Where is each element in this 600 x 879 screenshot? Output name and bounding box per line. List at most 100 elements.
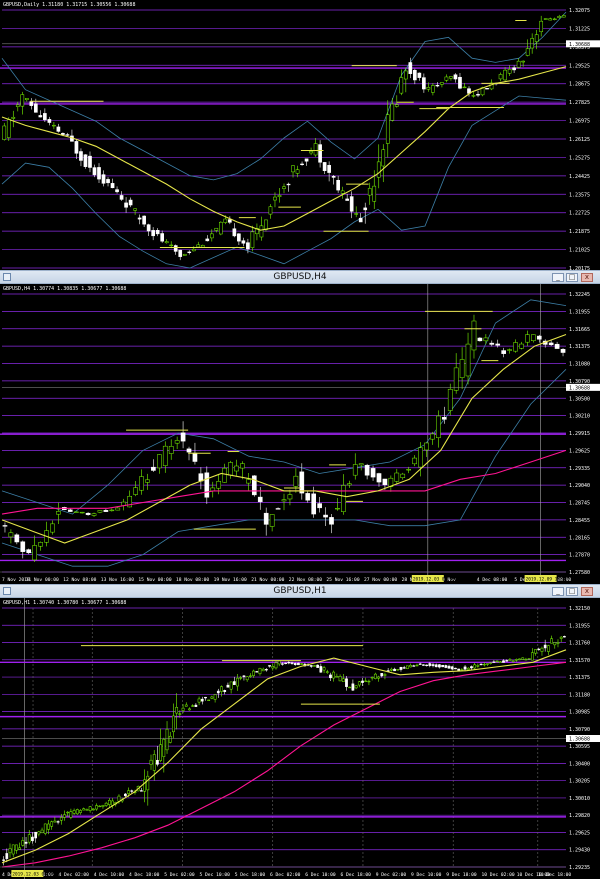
- candle-body: [32, 545, 37, 561]
- candle-body: [219, 221, 223, 235]
- candle-body: [178, 713, 182, 715]
- candle-body: [85, 809, 89, 811]
- candle-body: [412, 457, 417, 465]
- candle-body: [471, 320, 477, 351]
- candle-body: [263, 512, 269, 525]
- candle-body: [402, 667, 406, 669]
- chart-svg: 1.322451.319551.316651.313751.310801.307…: [0, 284, 600, 584]
- minimize-button[interactable]: _: [552, 273, 564, 282]
- candle-body: [382, 478, 388, 486]
- h4-window-titlebar[interactable]: GBPUSD,H4 _ □ x: [0, 270, 600, 284]
- candle-body: [340, 190, 345, 194]
- y-tick-label: 1.22725: [569, 211, 590, 217]
- candle-body: [184, 704, 188, 707]
- candle-body: [2, 125, 7, 140]
- candle-body: [332, 671, 336, 679]
- h4-chart-panel[interactable]: GBPUSD,H4 1.30774 1.30835 1.30677 1.3068…: [0, 284, 600, 584]
- candle-body: [15, 844, 18, 851]
- candle-body: [259, 225, 264, 238]
- candle-body: [311, 493, 317, 515]
- candle-body: [20, 94, 25, 107]
- candle-body: [181, 707, 185, 711]
- candle-body: [159, 744, 162, 761]
- h1-window-titlebar[interactable]: GBPUSD,H1 _ □ x: [0, 584, 600, 598]
- x-tick-label: 12 Nov 08:00: [63, 577, 96, 583]
- candle-body: [252, 670, 255, 676]
- candle-body: [399, 77, 404, 94]
- candle-body: [180, 432, 186, 442]
- candle-body: [236, 677, 239, 687]
- candle-body: [450, 666, 454, 670]
- time-highlight-label: 2019.12.09 16:00: [526, 577, 569, 583]
- candle-body: [191, 705, 195, 707]
- candle-body: [341, 485, 346, 512]
- x-tick-label: 6 Dec 10:00: [305, 872, 336, 878]
- candle-body: [287, 662, 291, 664]
- candle-body: [91, 808, 95, 811]
- candle-body: [377, 676, 380, 679]
- x-tick-label: 6 Dec 02:00: [270, 872, 301, 878]
- candle-body: [277, 195, 282, 197]
- candle-body: [137, 217, 142, 220]
- maximize-button[interactable]: □: [566, 273, 578, 282]
- candle-body: [34, 831, 38, 839]
- candle-body: [354, 685, 358, 689]
- candle-body: [457, 668, 461, 671]
- candle-body: [187, 251, 192, 253]
- candle-body: [354, 213, 359, 215]
- candle-body: [422, 77, 426, 90]
- candle-body: [223, 690, 227, 693]
- candle-body: [426, 87, 431, 90]
- h1-chart-panel[interactable]: GBPUSD,H1 1.30740 1.30780 1.30677 1.3068…: [0, 598, 600, 879]
- y-tick-label: 1.31570: [569, 658, 590, 664]
- y-tick-label: 1.31080: [569, 362, 590, 368]
- candle-body: [512, 67, 516, 71]
- y-tick-label: 1.31955: [569, 309, 590, 315]
- candle-body: [40, 829, 44, 833]
- candle-body: [489, 662, 493, 664]
- candle-body: [483, 337, 489, 342]
- candle-body: [241, 240, 246, 244]
- candle-body: [352, 464, 358, 476]
- candle-body: [556, 642, 560, 644]
- candle-body: [293, 475, 299, 487]
- candle-body: [406, 469, 412, 471]
- candle-body: [479, 663, 483, 666]
- daily-chart-panel[interactable]: GBPUSD,Daily 1.31180 1.31715 1.30556 1.3…: [0, 0, 600, 270]
- candle-body: [88, 155, 92, 168]
- maximize-button[interactable]: □: [566, 587, 578, 596]
- candle-body: [323, 514, 328, 518]
- candle-body: [186, 448, 192, 453]
- minimize-button[interactable]: _: [552, 587, 564, 596]
- candle-body: [521, 657, 525, 660]
- candle-body: [26, 549, 32, 554]
- candle-body: [6, 118, 11, 138]
- candle-body: [476, 94, 480, 96]
- close-button[interactable]: x: [581, 273, 593, 282]
- candle-body: [15, 104, 20, 107]
- candle-body: [228, 219, 232, 223]
- candle-body: [507, 69, 512, 74]
- candle-body: [146, 224, 151, 232]
- candle-body: [389, 668, 393, 671]
- candle-body: [101, 805, 105, 807]
- candle-body: [498, 74, 503, 80]
- candle-body: [503, 69, 507, 81]
- close-button[interactable]: x: [581, 587, 593, 596]
- candle-body: [508, 659, 512, 661]
- candle-body: [537, 648, 541, 651]
- candle-body: [422, 664, 425, 666]
- candle-body: [210, 696, 214, 699]
- candle-body: [246, 479, 251, 484]
- candle-body: [97, 167, 101, 180]
- candle-body: [178, 249, 183, 257]
- y-tick-label: 1.31955: [569, 623, 590, 629]
- candle-body: [75, 809, 79, 815]
- x-tick-label: 18 Nov 08:00: [176, 577, 209, 583]
- time-highlight-label: 2019.12.03 04:00: [413, 577, 456, 583]
- x-tick-label: 10 Dec 18:00: [538, 872, 571, 878]
- candle-body: [540, 647, 544, 652]
- candle-body: [299, 471, 305, 494]
- candle-body: [250, 231, 255, 248]
- candle-body: [43, 113, 47, 121]
